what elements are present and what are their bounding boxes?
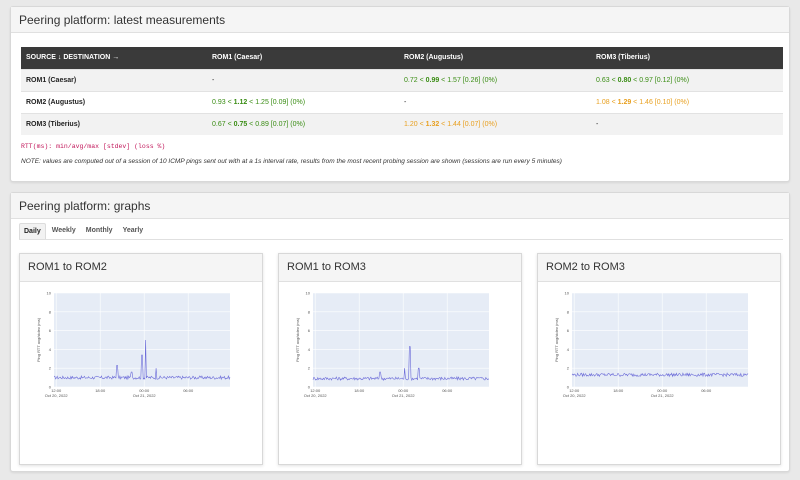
rtt-cell: - [207,68,399,91]
rtt-avg: 1.32 [425,120,440,128]
y-tick-label: 8 [308,309,311,314]
y-tick-label: 4 [49,347,52,352]
tab-weekly[interactable]: Weekly [48,223,80,239]
rtt-cell: 0.63 < 0.80 < 0.97 [0.12] (0%) [591,68,783,91]
graph-card-rom2-rom3: ROM2 to ROM3 0 2 4 6 8 10 12:00 Oct 20, 2022 18:… [537,253,781,465]
header-rom3: ROM3 (Tiberius) [591,47,783,69]
tab-monthly[interactable]: Monthly [82,223,117,239]
y-tick-label: 8 [567,309,570,314]
graph-card-rom1-rom3: ROM1 to ROM3 0 2 4 6 8 10 12:00 Oct 20, 2022 18:… [278,253,522,465]
y-tick-label: 10 [47,291,52,296]
rtt-cell: - [399,90,591,113]
x-tick-label: 18:00 [354,388,365,393]
y-tick-label: 2 [308,366,311,371]
plot-area [572,293,748,387]
y-tick-label: 4 [567,347,570,352]
rtt-max-stdev-loss: < 0.97 [0.12] (0%) [631,76,690,84]
rtt-min: 0.72 < [404,76,426,84]
latest-measurements-panel: Peering platform: latest measurements SO… [10,6,790,182]
rtt-min: 0.67 < [212,120,234,128]
rtt-cell: 0.67 < 0.75 < 0.89 [0.07] (0%) [207,112,399,135]
y-tick-label: 4 [308,347,311,352]
graph-title: ROM2 to ROM3 [538,254,780,282]
rtt-max-stdev-loss: < 1.44 [0.07] (0%) [439,120,498,128]
y-tick-label: 10 [565,291,570,296]
graph-card-rom1-rom2: ROM1 to ROM2 0 2 4 6 8 10 12:00 Oct 20, 2022 18:… [19,253,263,465]
x-tick-label: 18:00 [95,388,106,393]
rtt-cell: 1.08 < 1.29 < 1.46 [0.10] (0%) [591,90,783,113]
header-source-destination: SOURCE ↓ DESTINATION → [21,47,207,69]
rtt-legend: RTT(ms): min/avg/max [stdev] (loss %) [21,143,166,150]
rtt-chart[interactable]: 024681012:00Oct 20, 202218:00 00:00Oct 21… [20,282,264,466]
row-source: ROM1 (Caesar) [21,68,207,91]
rtt-cell: 1.20 < 1.32 < 1.44 [0.07] (0%) [399,112,591,135]
x-tick-label: 06:00 [183,388,194,393]
rtt-min: 1.08 < [596,98,618,106]
y-axis-title: Ping RTT avg/stdev (ms) [36,317,41,362]
tab-yearly[interactable]: Yearly [119,223,148,239]
table-header-row: SOURCE ↓ DESTINATION → ROM1 (Caesar) ROM… [21,47,783,69]
row-source: ROM3 (Tiberius) [21,112,207,135]
table-row: ROM3 (Tiberius) 0.67 < 0.75 < 0.89 [0.07]… [21,112,783,135]
x-tick-sublabel: Oct 20, 2022 [304,393,328,398]
rtt-avg: 1.29 [617,98,632,106]
x-tick-label: 18:00 [613,388,624,393]
header-rom2: ROM2 (Augustus) [399,47,591,69]
plot-area [313,293,489,387]
y-tick-label: 2 [567,366,570,371]
measurement-note: NOTE: values are computed out of a sessi… [21,158,562,165]
rtt-cell: - [591,112,783,135]
x-tick-sublabel: Oct 21, 2022 [651,393,675,398]
y-axis-title: Ping RTT avg/stdev (ms) [554,317,559,362]
row-source: ROM2 (Augustus) [21,90,207,113]
header-rom1: ROM1 (Caesar) [207,47,399,69]
y-axis-title: Ping RTT avg/stdev (ms) [295,317,300,362]
graph-title: ROM1 to ROM3 [279,254,521,282]
y-tick-label: 10 [306,291,311,296]
tab-daily[interactable]: Daily [19,223,46,239]
rtt-max-stdev-loss: < 1.25 [0.09] (0%) [247,98,306,106]
rtt-chart[interactable]: 024681012:00Oct 20, 202218:00 00:00Oct 21… [279,282,523,466]
period-tabs: Daily Weekly Monthly Yearly [19,223,783,240]
table-row: ROM2 (Augustus) 0.93 < 1.12 < 1.25 [0.09]… [21,90,783,113]
x-tick-sublabel: Oct 21, 2022 [392,393,416,398]
x-tick-label: 06:00 [701,388,712,393]
graphs-title: Peering platform: graphs [11,193,789,219]
rtt-min: 0.93 < [212,98,234,106]
rtt-avg: 1.12 [233,98,248,106]
rtt-avg: 0.75 [233,120,248,128]
y-tick-label: 6 [308,328,311,333]
rtt-cell: 0.93 < 1.12 < 1.25 [0.09] (0%) [207,90,399,113]
rtt-avg: 0.99 [425,76,440,84]
y-tick-label: 2 [49,366,52,371]
graph-title: ROM1 to ROM2 [20,254,262,282]
rtt-chart[interactable]: 024681012:00Oct 20, 202218:00 00:00Oct 21… [538,282,782,466]
rtt-max-stdev-loss: < 0.89 [0.07] (0%) [247,120,306,128]
rtt-cell: 0.72 < 0.99 < 1.57 [0.26] (0%) [399,68,591,91]
rtt-avg: 0.80 [617,76,632,84]
y-tick-label: 6 [49,328,52,333]
x-tick-sublabel: Oct 20, 2022 [563,393,587,398]
x-tick-label: 06:00 [442,388,453,393]
rtt-min: 0.63 < [596,76,618,84]
x-tick-sublabel: Oct 21, 2022 [133,393,157,398]
latest-measurements-title: Peering platform: latest measurements [11,7,789,33]
measurements-table: SOURCE ↓ DESTINATION → ROM1 (Caesar) ROM… [21,47,783,135]
x-tick-sublabel: Oct 20, 2022 [45,393,69,398]
plot-area [54,293,230,387]
rtt-max-stdev-loss: < 1.57 [0.26] (0%) [439,76,498,84]
y-tick-label: 6 [567,328,570,333]
table-row: ROM1 (Caesar) -0.72 < 0.99 < 1.57 [0.26] … [21,68,783,91]
y-tick-label: 8 [49,309,52,314]
rtt-min: 1.20 < [404,120,426,128]
graphs-panel: Peering platform: graphs Daily Weekly Mo… [10,192,790,472]
rtt-max-stdev-loss: < 1.46 [0.10] (0%) [631,98,690,106]
